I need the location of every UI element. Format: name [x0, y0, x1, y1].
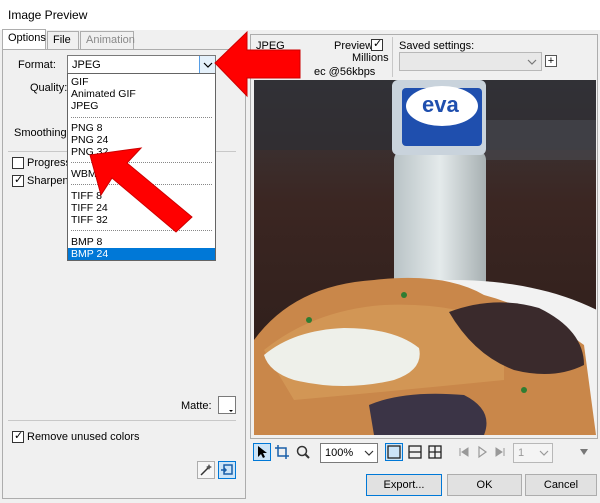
title-bar: Image Preview [0, 0, 600, 30]
list-separator [71, 117, 212, 118]
smoothing-label: Smoothing: [14, 127, 70, 139]
matte-label: Matte: [181, 400, 212, 412]
format-label: Format: [18, 59, 56, 71]
format-select[interactable]: JPEG [67, 55, 216, 75]
preview-format: JPEG [256, 40, 285, 52]
preview-colors: Millions [352, 52, 389, 64]
single-view-icon[interactable] [385, 443, 403, 461]
list-separator [71, 162, 212, 163]
add-setting-button[interactable]: + [545, 55, 557, 67]
pointer-tool-icon[interactable] [253, 443, 271, 461]
frame-select[interactable]: 1 [513, 443, 553, 463]
cancel-button[interactable]: Cancel [525, 474, 597, 496]
format-select-value: JPEG [72, 59, 101, 71]
remove-unused-checkbox[interactable] [12, 429, 24, 443]
preview-checkbox[interactable] [371, 37, 383, 51]
format-dropdown-list: GIF Animated GIF JPEG PNG 8 PNG 24 PNG 3… [67, 73, 216, 261]
four-up-view-icon[interactable] [426, 443, 444, 461]
play-icon[interactable] [473, 443, 491, 461]
format-option-wbmp[interactable]: WBMP [71, 168, 104, 180]
format-option-tiff8[interactable]: TIFF 8 [71, 190, 102, 202]
options-toggle-icon[interactable] [575, 443, 593, 461]
ok-button[interactable]: OK [447, 474, 522, 496]
export-button[interactable]: Export... [366, 474, 442, 496]
chevron-down-icon [539, 450, 549, 456]
divider [8, 420, 236, 421]
optimize-icon[interactable] [218, 461, 236, 479]
zoom-value: 100% [325, 447, 354, 459]
format-option-bmp8[interactable]: BMP 8 [71, 236, 102, 248]
saved-settings-select[interactable] [399, 52, 542, 71]
list-separator [71, 184, 212, 185]
two-up-view-icon[interactable] [406, 443, 424, 461]
format-option-tiff32[interactable]: TIFF 32 [71, 214, 108, 226]
frame-value: 1 [518, 447, 525, 459]
preview-checkbox-label: Preview [334, 40, 374, 52]
preview-timing: ec @56kbps [314, 66, 376, 78]
format-option-png32[interactable]: PNG 32 [71, 146, 108, 158]
saved-settings-label: Saved settings: [399, 40, 475, 52]
tab-options[interactable]: Options [2, 29, 46, 49]
window-title: Image Preview [8, 8, 88, 22]
zoom-select[interactable]: 100% [320, 443, 378, 463]
list-separator [71, 230, 212, 231]
format-option-png24[interactable]: PNG 24 [71, 134, 108, 146]
chevron-down-icon[interactable] [199, 56, 215, 74]
magic-wand-icon[interactable] [197, 461, 215, 479]
zoom-tool-icon[interactable] [294, 443, 312, 461]
crop-tool-icon[interactable] [273, 443, 291, 461]
tab-animation[interactable]: Animation [80, 31, 135, 49]
progressive-checkbox[interactable] [12, 157, 24, 169]
first-frame-icon[interactable] [455, 443, 473, 461]
chevron-down-icon [527, 59, 537, 65]
divider [392, 37, 393, 77]
remove-unused-label: Remove unused colors [27, 431, 140, 443]
chevron-down-icon [364, 450, 374, 456]
format-option-png8[interactable]: PNG 8 [71, 122, 103, 134]
sharpen-checkbox[interactable] [12, 173, 24, 187]
preview-image: eva [254, 80, 596, 435]
format-option-gif[interactable]: GIF [71, 76, 89, 88]
bottle-label: eva [422, 92, 459, 117]
last-frame-icon[interactable] [491, 443, 509, 461]
tab-file[interactable]: File [47, 31, 79, 49]
format-option-bmp24[interactable]: BMP 24 [68, 248, 215, 260]
quality-label: Quality: [30, 82, 68, 94]
format-option-animated-gif[interactable]: Animated GIF [71, 88, 136, 100]
matte-swatch[interactable] [218, 396, 236, 414]
format-option-tiff24[interactable]: TIFF 24 [71, 202, 108, 214]
format-option-jpeg[interactable]: JPEG [71, 100, 98, 112]
